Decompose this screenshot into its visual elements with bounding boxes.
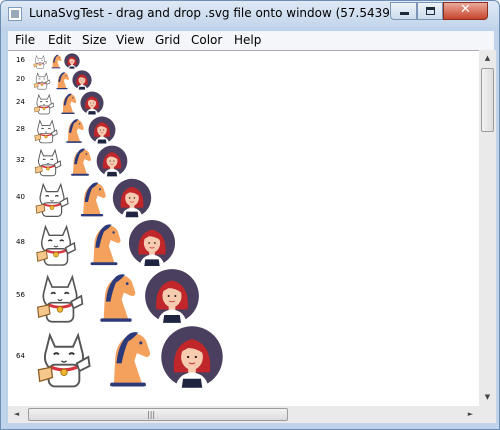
lucky-cat-icon: [32, 178, 72, 218]
menu-bar: File Edit Size View Grid Color Help: [8, 31, 494, 50]
size-label: 56: [16, 291, 25, 299]
horse-icon: [48, 53, 64, 69]
size-label: 16: [16, 56, 25, 64]
minimize-icon: [400, 12, 409, 15]
close-icon: ✕: [460, 2, 471, 17]
lucky-cat-icon: [32, 145, 64, 177]
lucky-cat-icon: [32, 325, 96, 389]
vertical-scrollbar[interactable]: ▲ ▼: [479, 50, 496, 406]
size-label: 32: [16, 156, 25, 164]
lucky-cat-icon: [32, 219, 80, 267]
close-button[interactable]: ✕: [443, 2, 488, 20]
horizontal-scroll-thumb[interactable]: |||: [28, 408, 288, 421]
lucky-cat-icon: [32, 53, 48, 69]
size-label: 20: [16, 75, 25, 83]
horse-icon: [60, 116, 88, 144]
size-label: 24: [16, 98, 25, 106]
scroll-right-button[interactable]: ►: [462, 406, 479, 423]
horizontal-scrollbar[interactable]: ◄ ||| ►: [8, 406, 479, 423]
window-title: LunaSvgTest - drag and drop .svg file on…: [29, 6, 389, 20]
horse-icon: [56, 91, 80, 115]
menu-edit[interactable]: Edit: [48, 33, 71, 47]
menu-view[interactable]: View: [116, 33, 144, 47]
girl-avatar-icon: [80, 91, 104, 115]
girl-avatar-icon: [112, 178, 152, 218]
girl-avatar-icon: [160, 325, 224, 389]
size-label: 48: [16, 238, 25, 246]
svg-canvas[interactable]: 16 20 24 28 32 40 48 56 64: [8, 50, 479, 407]
girl-avatar-icon: [88, 116, 116, 144]
minimize-button[interactable]: [390, 2, 417, 20]
scroll-up-button[interactable]: ▲: [479, 50, 496, 67]
girl-avatar-icon: [144, 268, 200, 324]
girl-avatar-icon: [72, 70, 92, 90]
maximize-button[interactable]: [417, 2, 443, 20]
menu-help[interactable]: Help: [234, 33, 261, 47]
menu-size[interactable]: Size: [82, 33, 107, 47]
menu-color[interactable]: Color: [191, 33, 222, 47]
scroll-grip-icon: |||: [147, 410, 156, 419]
horse-icon: [96, 325, 160, 389]
size-label: 64: [16, 352, 25, 360]
horse-icon: [72, 178, 112, 218]
vertical-scroll-thumb[interactable]: [481, 68, 494, 132]
girl-avatar-icon: [64, 53, 80, 69]
horse-icon: [64, 145, 96, 177]
lucky-cat-icon: [32, 91, 56, 115]
menu-grid[interactable]: Grid: [155, 33, 180, 47]
lucky-cat-icon: [32, 70, 52, 90]
girl-avatar-icon: [96, 145, 128, 177]
app-window: LunaSvgTest - drag and drop .svg file on…: [0, 0, 500, 430]
scroll-down-button[interactable]: ▼: [479, 389, 496, 406]
menu-file[interactable]: File: [15, 33, 35, 47]
size-label: 40: [16, 193, 25, 201]
horse-icon: [80, 219, 128, 267]
horse-icon: [88, 268, 144, 324]
maximize-icon: [426, 7, 435, 15]
title-bar[interactable]: LunaSvgTest - drag and drop .svg file on…: [1, 1, 499, 27]
scroll-left-button[interactable]: ◄: [8, 406, 25, 423]
size-grip[interactable]: [479, 406, 496, 423]
girl-avatar-icon: [128, 219, 176, 267]
size-label: 28: [16, 125, 25, 133]
app-icon[interactable]: [8, 7, 22, 21]
lucky-cat-icon: [32, 268, 88, 324]
lucky-cat-icon: [32, 116, 60, 144]
horse-icon: [52, 70, 72, 90]
